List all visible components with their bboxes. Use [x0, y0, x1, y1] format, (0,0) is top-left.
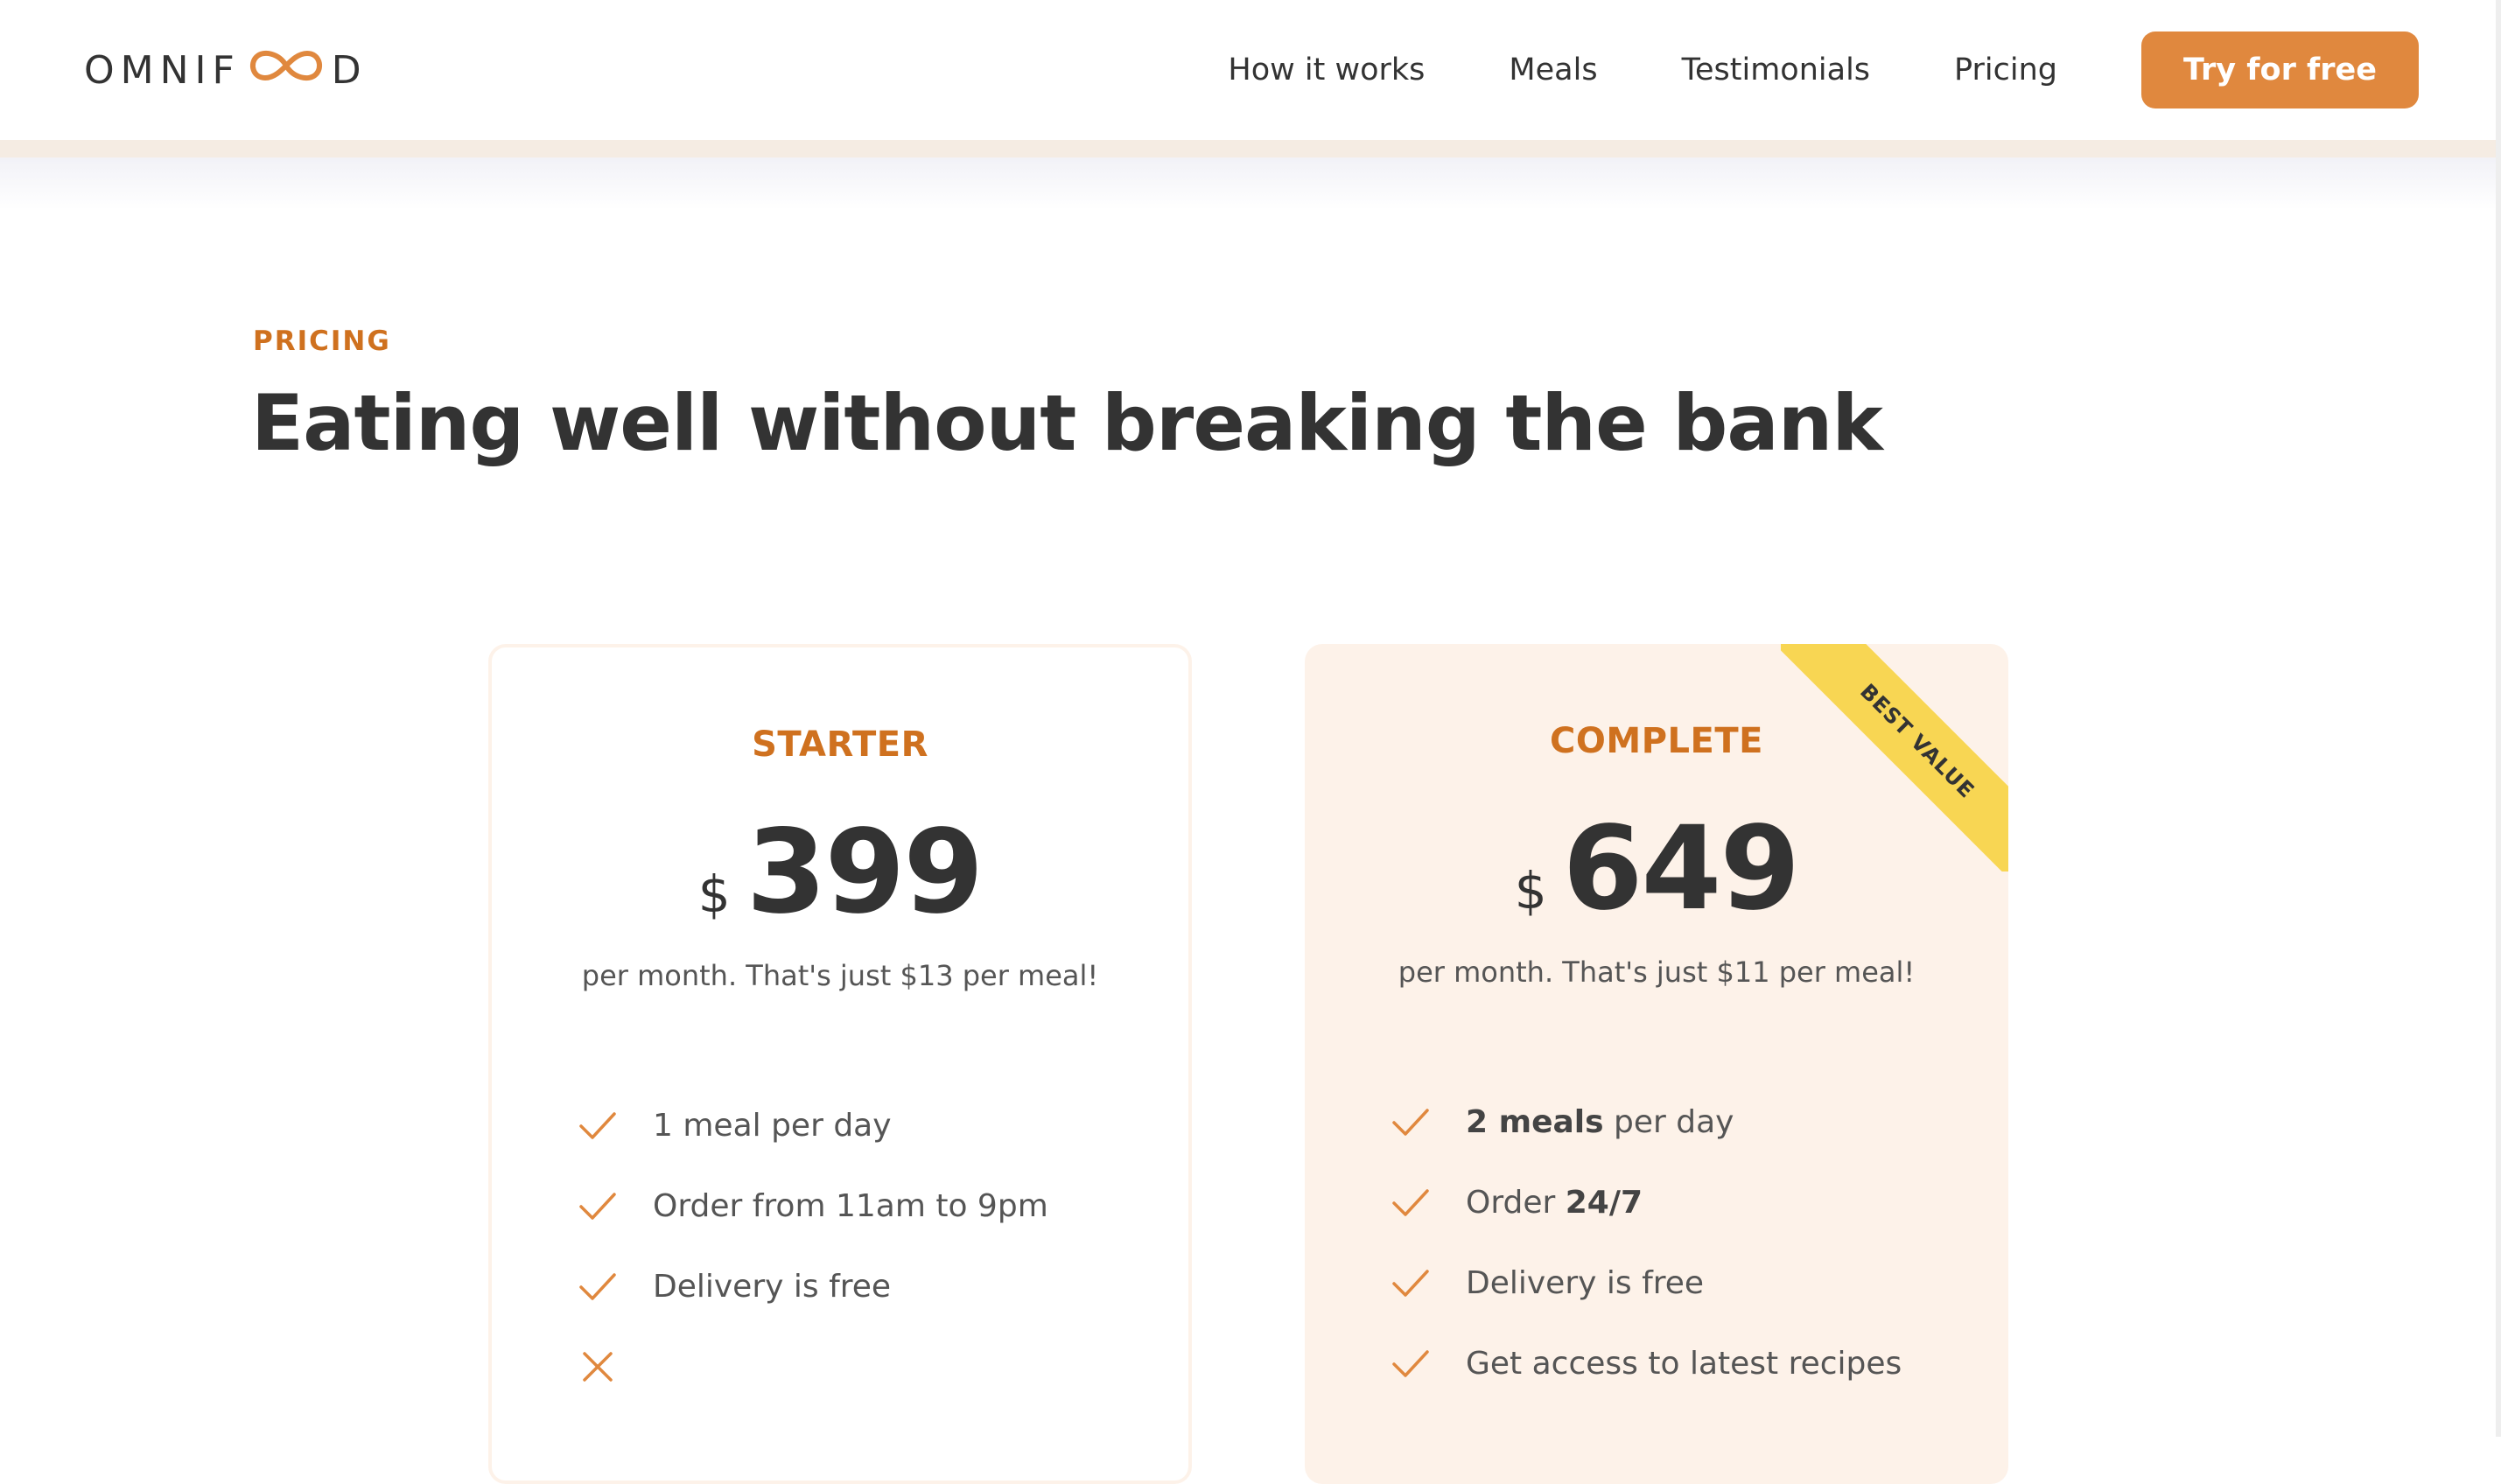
feature-item: Get access to latest recipes [1391, 1323, 1902, 1404]
feature-text-bold: 24/7 [1565, 1184, 1643, 1221]
price-currency: $ [697, 864, 731, 924]
feature-text: Get access to latest recipes [1466, 1345, 1902, 1382]
main-nav: How it works Meals Testimonials Pricing … [1228, 32, 2419, 108]
feature-text: 1 meal per day [653, 1107, 892, 1144]
price-amount: 649 [1562, 802, 1801, 936]
check-icon [1392, 1189, 1429, 1216]
price-note: per month. That's just $13 per meal! [581, 959, 1099, 992]
plan-name: STARTER [752, 724, 928, 765]
feature-text: Delivery is free [653, 1268, 892, 1305]
header-shadow [0, 158, 2496, 210]
close-icon [583, 1352, 613, 1382]
price-currency: $ [1514, 861, 1547, 920]
nav-testimonials[interactable]: Testimonials [1682, 52, 1870, 88]
omnifood-logo[interactable]: OMNIF D [84, 46, 368, 94]
feature-item [578, 1326, 1048, 1407]
feature-text: Delivery is free [1466, 1264, 1705, 1301]
feature-item: Order 24/7 [1391, 1162, 1902, 1242]
check-icon [579, 1273, 616, 1300]
feature-text: Order from 11am to 9pm [653, 1187, 1048, 1224]
logo-text-right: D [331, 47, 368, 93]
feature-item: 2 meals per day [1391, 1082, 1902, 1162]
infinity-icon [246, 46, 326, 94]
try-for-free-button[interactable]: Try for free [2141, 32, 2419, 108]
check-icon [1392, 1109, 1429, 1136]
pricing-card-starter: STARTER $ 399 per month. That's just $13… [488, 644, 1192, 1484]
check-icon [579, 1112, 616, 1139]
price: $ 399 [492, 805, 1188, 940]
feature-list: 1 meal per day Order from 11am to 9pm De… [578, 1085, 1048, 1407]
feature-item: Order from 11am to 9pm [578, 1166, 1048, 1246]
nav-meals[interactable]: Meals [1509, 52, 1597, 88]
plan-name: COMPLETE [1550, 721, 1763, 761]
header-divider [0, 140, 2496, 158]
feature-text-rest: per day [1603, 1103, 1734, 1140]
section-eyebrow: PRICING [253, 326, 391, 357]
price: $ 649 [1305, 802, 2008, 936]
feature-text-bold: 2 meals [1466, 1103, 1604, 1140]
price-amount: 399 [746, 805, 984, 940]
feature-text: Order 24/7 [1466, 1185, 1643, 1221]
site-header: OMNIF D How it works Meals Testimonials … [0, 0, 2496, 140]
check-icon [579, 1193, 616, 1220]
check-icon [1392, 1270, 1429, 1297]
nav-how-it-works[interactable]: How it works [1228, 52, 1425, 88]
feature-item: 1 meal per day [578, 1085, 1048, 1166]
section-title: Eating well without breaking the bank [251, 378, 1883, 468]
price-note: per month. That's just $11 per meal! [1398, 956, 1916, 989]
feature-text: 2 meals per day [1466, 1104, 1734, 1140]
feature-item: Delivery is free [1391, 1242, 1902, 1323]
pricing-card-complete: BEST VALUE COMPLETE $ 649 per month. Tha… [1305, 644, 2008, 1484]
check-icon [1392, 1350, 1429, 1377]
logo-text-left: OMNIF [84, 47, 241, 93]
feature-text-rest: Order [1466, 1184, 1566, 1221]
scrollbar-track[interactable] [2496, 0, 2501, 1437]
feature-item: Delivery is free [578, 1246, 1048, 1326]
nav-pricing[interactable]: Pricing [1954, 52, 2057, 88]
feature-list: 2 meals per day Order 24/7 Delivery is f… [1391, 1082, 1902, 1404]
